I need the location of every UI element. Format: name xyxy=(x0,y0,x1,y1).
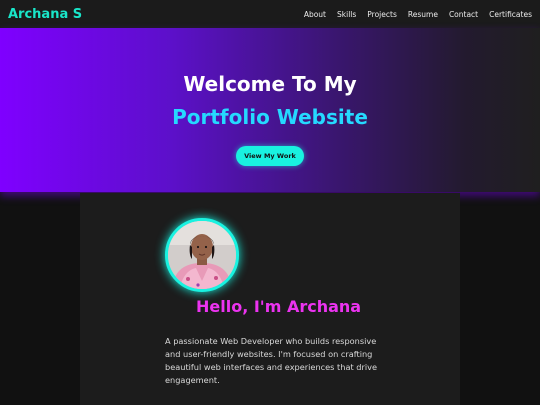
top-navbar: Archana S About Skills Projects Resume C… xyxy=(0,0,540,28)
nav-link-about[interactable]: About xyxy=(304,10,326,19)
nav-links: About Skills Projects Resume Contact Cer… xyxy=(304,10,532,19)
hero-banner: Welcome To My Portfolio Website View My … xyxy=(0,28,540,192)
nav-link-contact[interactable]: Contact xyxy=(449,10,478,19)
nav-link-certificates[interactable]: Certificates xyxy=(489,10,532,19)
profile-avatar xyxy=(165,218,239,292)
profile-photo-illustration xyxy=(168,221,236,289)
hero-title: Welcome To My xyxy=(183,72,357,96)
about-description: A passionate Web Developer who builds re… xyxy=(165,336,377,385)
about-section: Hello, I'm Archana A passionate Web Deve… xyxy=(80,193,460,405)
view-my-work-button[interactable]: View My Work xyxy=(236,146,304,166)
brand-logo-text[interactable]: Archana S xyxy=(8,7,82,22)
hero-subtitle: Portfolio Website xyxy=(172,105,368,129)
nav-link-projects[interactable]: Projects xyxy=(367,10,397,19)
about-heading: Hello, I'm Archana xyxy=(196,297,362,316)
nav-link-resume[interactable]: Resume xyxy=(408,10,438,19)
nav-link-skills[interactable]: Skills xyxy=(337,10,356,19)
